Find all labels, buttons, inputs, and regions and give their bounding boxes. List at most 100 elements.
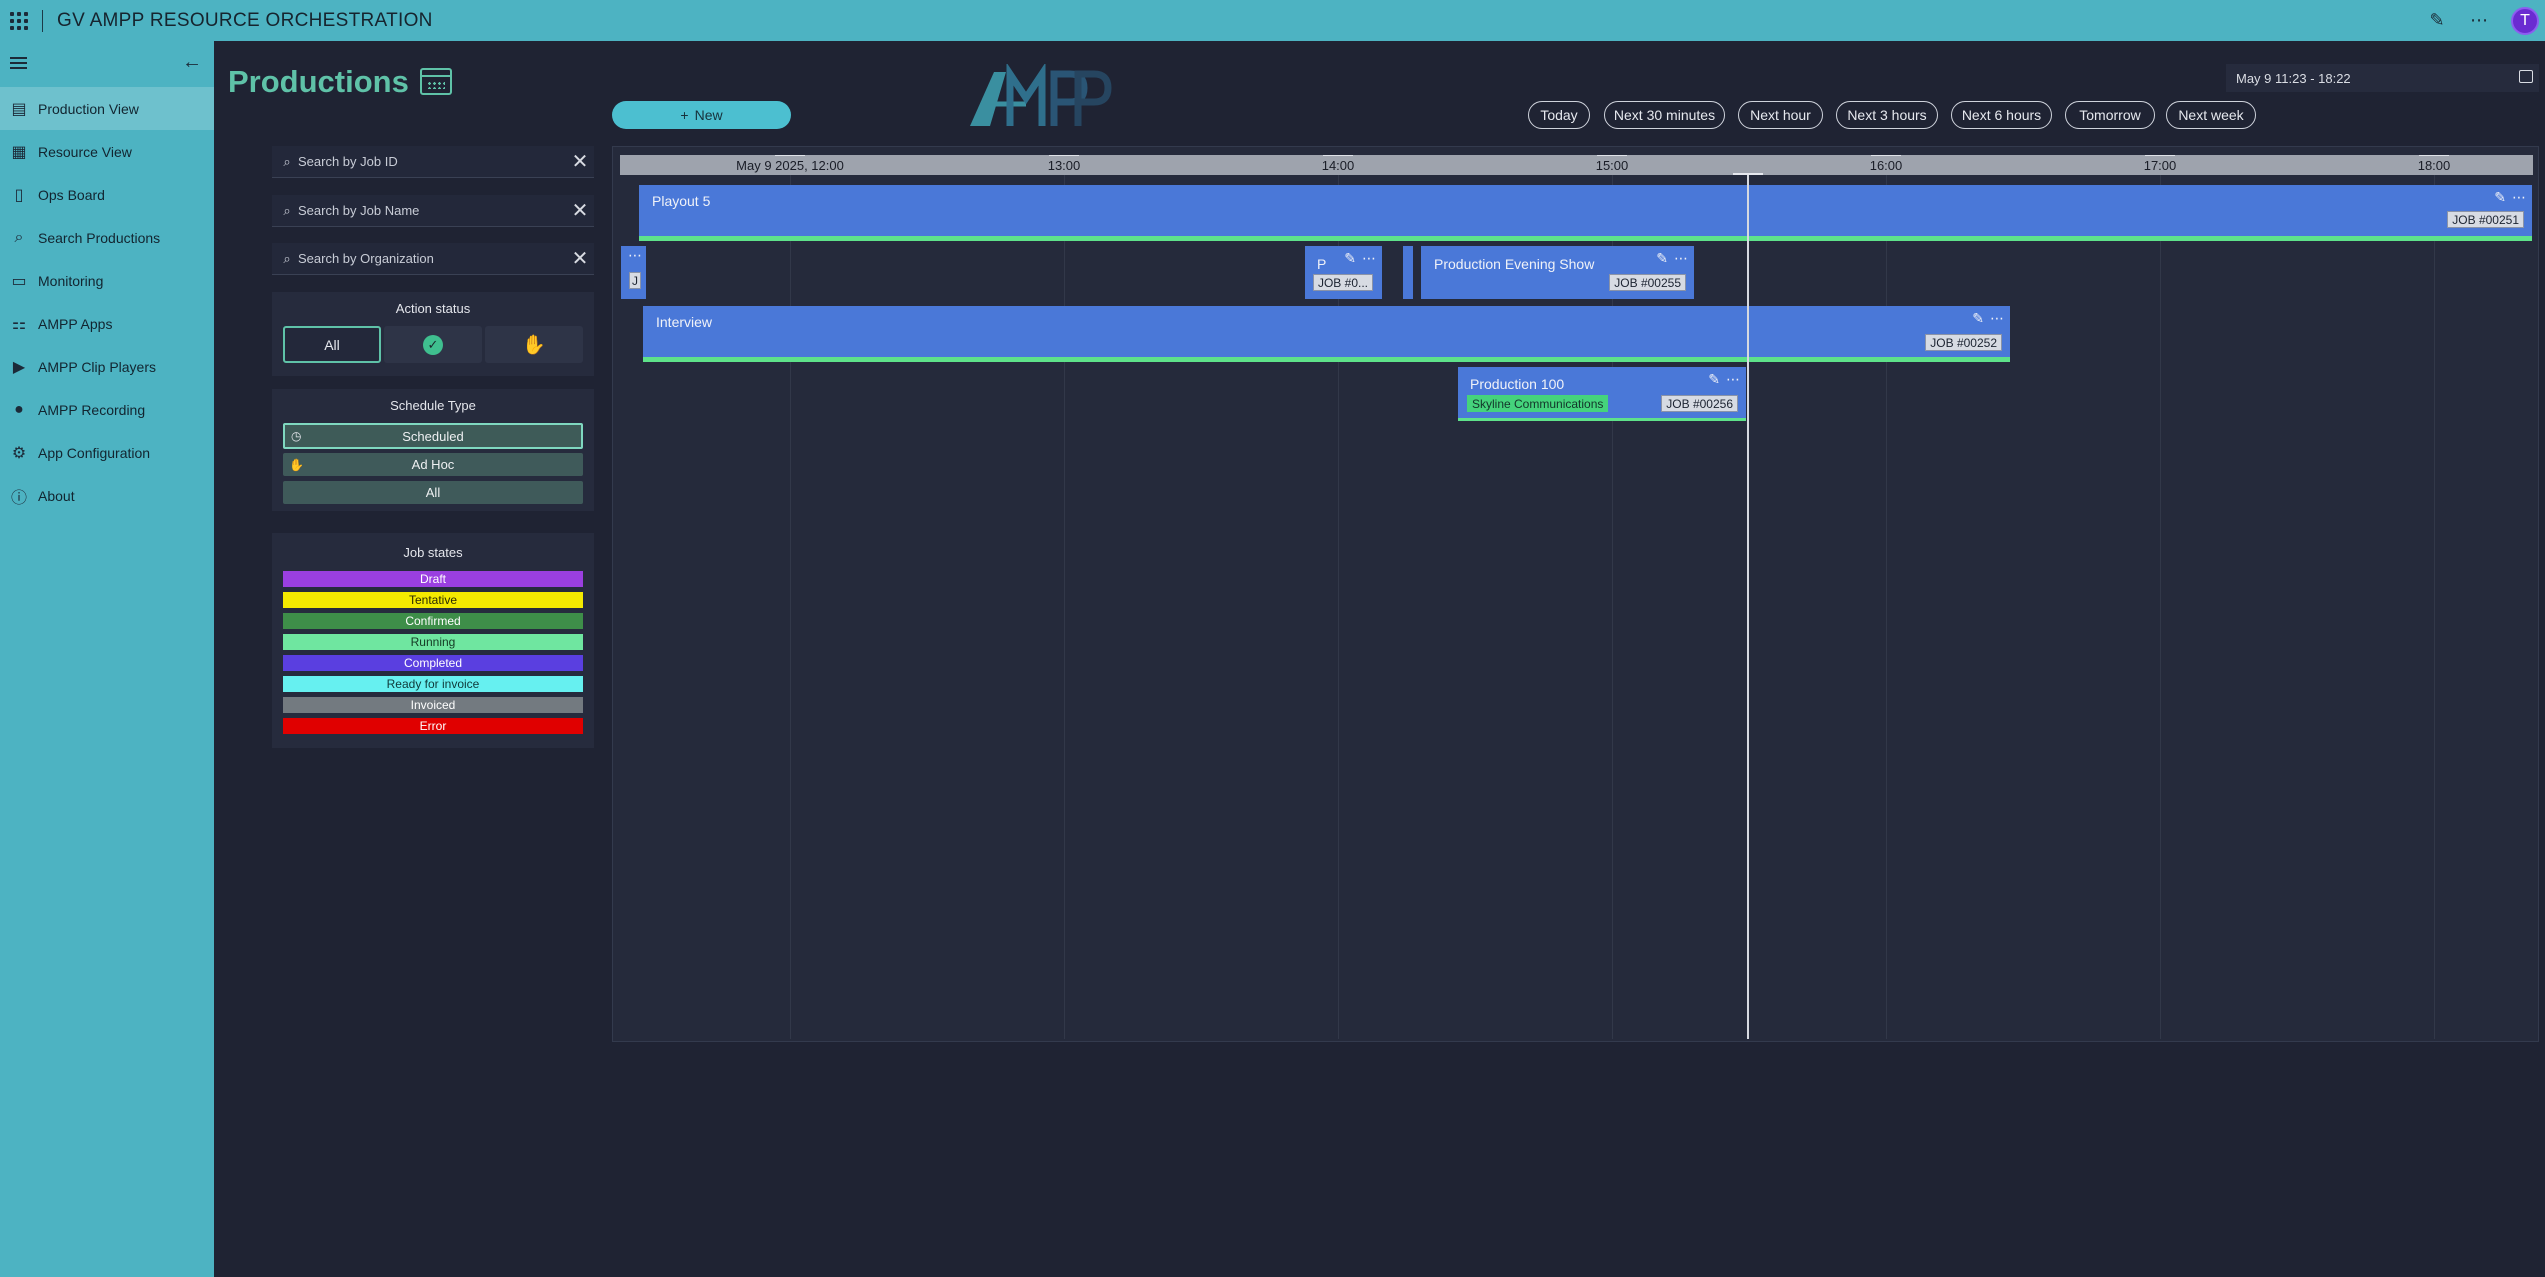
search-job-id: ⌕ ✕ <box>272 146 594 178</box>
pencil-icon[interactable]: ✎ <box>2494 189 2506 206</box>
calendar-icon[interactable] <box>2519 70 2533 83</box>
job-bar-playout-5[interactable]: Playout 5 ✎ ⋯ JOB #00251 <box>639 185 2532 241</box>
sidebar-item-label: AMPP Recording <box>38 401 146 418</box>
scheduled-button[interactable]: ◷ Scheduled <box>283 423 583 449</box>
action-all-button[interactable]: All <box>283 326 381 363</box>
tick-label: 14:00 <box>1321 158 1355 173</box>
tick-mark <box>1597 155 1627 156</box>
date-range-field[interactable]: May 9 11:23 - 18:22 <box>2226 64 2539 92</box>
sidebar-item-resource-view[interactable]: ▦ Resource View <box>0 130 214 173</box>
tick-mark <box>1323 155 1353 156</box>
sidebar-item-ampp-clip-players[interactable]: ▶ AMPP Clip Players <box>0 345 214 388</box>
job-bar-sliver[interactable] <box>1403 246 1413 299</box>
pencil-icon[interactable]: ✎ <box>1972 310 1984 327</box>
list-board-icon: ▤ <box>11 100 27 118</box>
clear-icon[interactable]: ✕ <box>566 149 594 174</box>
range-1h-button[interactable]: Next hour <box>1738 101 1823 129</box>
job-state-draft: Draft <box>283 571 583 587</box>
time-axis <box>620 155 2533 175</box>
tick-mark <box>775 155 805 156</box>
gear-icon: ⚙ <box>11 444 27 462</box>
new-button[interactable]: + New <box>612 101 791 129</box>
sidebar-item-monitoring[interactable]: ▭ Monitoring <box>0 259 214 302</box>
check-circle-icon: ✓ <box>423 334 443 355</box>
job-number-tag: JOB #00255 <box>1609 274 1686 291</box>
collapse-arrow-icon[interactable]: ← <box>182 51 202 74</box>
more-icon[interactable]: ⋯ <box>1726 371 1740 388</box>
app-launcher-icon[interactable] <box>0 0 38 41</box>
current-time-line <box>1747 175 1749 1039</box>
pencil-icon[interactable]: ✎ <box>1708 371 1720 388</box>
more-icon[interactable]: ⋯ <box>2469 10 2489 31</box>
more-icon[interactable]: ⋯ <box>1990 310 2004 327</box>
ampp-logo <box>970 64 1112 126</box>
job-controls: ✎ ⋯ <box>2494 189 2526 206</box>
action-done-button[interactable]: ✓ <box>384 326 482 363</box>
job-name: Interview <box>656 314 713 330</box>
pencil-icon[interactable]: ✎ <box>2427 10 2447 31</box>
job-state-confirmed: Confirmed <box>283 613 583 629</box>
job-bar-compact[interactable]: ⋯ J <box>621 246 646 299</box>
adhoc-button[interactable]: ✋ Ad Hoc <box>283 453 583 476</box>
sidebar-item-ops-board[interactable]: ▯ Ops Board <box>0 173 214 216</box>
hamburger-icon[interactable] <box>10 57 27 72</box>
range-tomorrow-button[interactable]: Tomorrow <box>2065 101 2155 129</box>
job-number-tag: JOB #00251 <box>2447 211 2524 228</box>
more-icon[interactable]: ⋯ <box>1362 250 1376 267</box>
range-next-week-button[interactable]: Next week <box>2166 101 2256 129</box>
range-today-button[interactable]: Today <box>1528 101 1590 129</box>
search-job-name-input[interactable] <box>298 203 566 218</box>
grid-line <box>1886 175 1887 1039</box>
new-button-label: New <box>694 107 723 123</box>
sidebar-item-about[interactable]: ⓘ About <box>0 474 214 517</box>
search-organization-input[interactable] <box>298 251 566 266</box>
sidebar-item-search-productions[interactable]: ⌕ Search Productions <box>0 216 214 259</box>
sidebar-item-label: App Configuration <box>38 444 151 461</box>
avatar[interactable]: T <box>2511 6 2539 35</box>
sidebar-item-ampp-recording[interactable]: ● AMPP Recording <box>0 388 214 431</box>
job-name: Production 100 <box>1470 376 1565 392</box>
sidebar-item-label: Production View <box>38 100 139 117</box>
sidebar-item-app-configuration[interactable]: ⚙ App Configuration <box>0 431 214 474</box>
schedule-timeline: May 9 2025, 12:00 13:00 14:00 15:00 16:0… <box>612 146 2539 1042</box>
job-number-tag: JOB #0... <box>1312 274 1373 291</box>
clear-icon[interactable]: ✕ <box>566 198 594 223</box>
calendar-icon[interactable] <box>420 68 452 95</box>
search-job-id-input[interactable] <box>298 154 566 169</box>
recording-icon: ● <box>14 400 24 418</box>
tick-label: 16:00 <box>1869 158 1903 173</box>
ops-board-icon: ▯ <box>14 186 24 204</box>
more-icon[interactable]: ⋯ <box>1674 250 1688 267</box>
sidebar-item-label: Ops Board <box>38 186 105 203</box>
job-controls: ✎ ⋯ <box>1708 371 1740 388</box>
app-header: GV AMPP RESOURCE ORCHESTRATION ✎ ⋯ T <box>0 0 2545 41</box>
grid-line <box>2160 175 2161 1039</box>
search-icon: ⌕ <box>283 202 291 218</box>
job-controls: ✎ ⋯ <box>1656 250 1688 267</box>
job-bar-interview[interactable]: Interview ✎ ⋯ JOB #00252 <box>643 306 2010 362</box>
adhoc-label: Ad Hoc <box>411 457 455 472</box>
sidebar-item-production-view[interactable]: ▤ Production View <box>0 87 214 130</box>
pencil-icon[interactable]: ✎ <box>1656 250 1668 267</box>
more-icon[interactable]: ⋯ <box>628 247 642 264</box>
sidebar-item-ampp-apps[interactable]: ⚏ AMPP Apps <box>0 302 214 345</box>
grid-line <box>1338 175 1339 1039</box>
range-3h-button[interactable]: Next 3 hours <box>1836 101 1938 129</box>
job-bar-production-evening-show[interactable]: Production Evening Show ✎ ⋯ JOB #00255 <box>1421 246 1694 299</box>
more-icon[interactable]: ⋯ <box>2512 189 2526 206</box>
search-icon: ⌕ <box>283 250 291 266</box>
job-bar-production-100[interactable]: Production 100 ✎ ⋯ Skyline Communications… <box>1458 367 1746 421</box>
range-30min-button[interactable]: Next 30 minutes <box>1604 101 1725 129</box>
range-6h-button[interactable]: Next 6 hours <box>1951 101 2052 129</box>
pencil-icon[interactable]: ✎ <box>1344 250 1356 267</box>
job-bar-p[interactable]: P ✎ ⋯ JOB #0... <box>1305 246 1382 299</box>
sidebar-header: ← <box>0 41 214 87</box>
action-manual-button[interactable]: ✋ <box>485 326 583 363</box>
grid-line <box>2434 175 2435 1039</box>
tick-mark <box>2145 155 2175 156</box>
job-name: Production Evening Show <box>1434 256 1595 272</box>
clear-icon[interactable]: ✕ <box>566 246 594 271</box>
search-job-name: ⌕ ✕ <box>272 195 594 227</box>
schedule-all-button[interactable]: All <box>283 481 583 504</box>
sidebar-item-label: Monitoring <box>38 272 104 289</box>
